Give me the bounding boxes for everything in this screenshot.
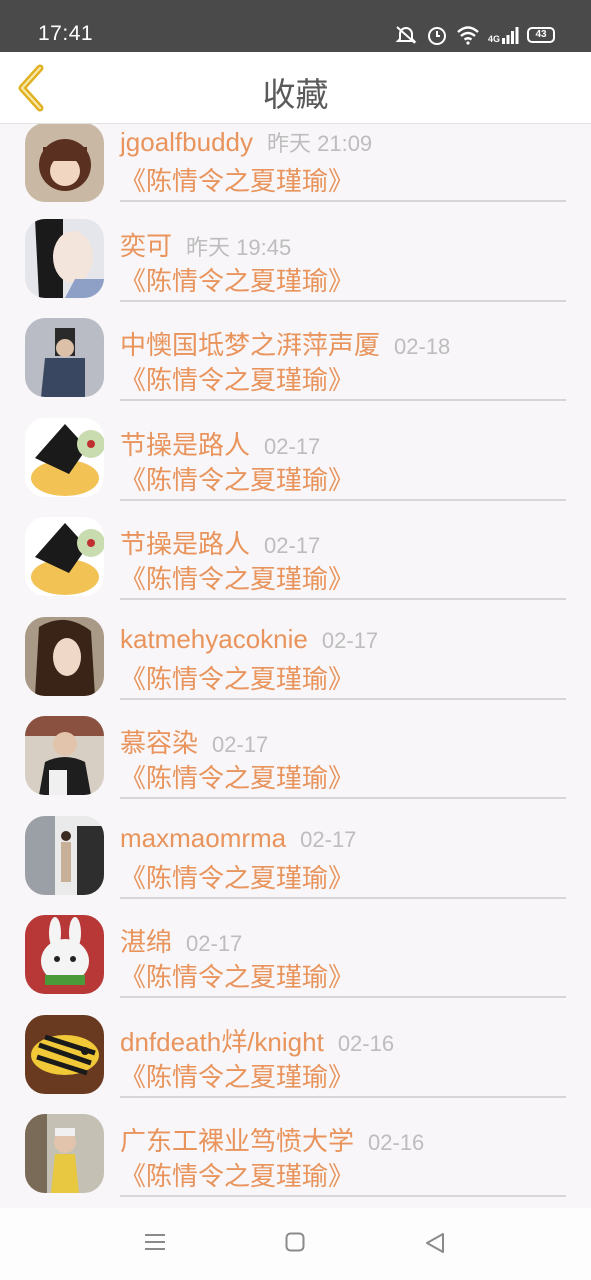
avatar (25, 915, 104, 994)
avatar (25, 616, 104, 696)
book-title[interactable]: 《陈情令之夏瑾瑜》 (120, 460, 354, 497)
list-item[interactable]: dnfdeath烊/knight 02-16 《陈情令之夏瑾瑜》 (0, 1014, 591, 1119)
list-item[interactable]: 节操是路人 02-17 《陈情令之夏瑾瑜》 (0, 417, 591, 522)
timestamp: 02-16 (337, 1030, 395, 1056)
divider (120, 200, 566, 202)
back-triangle-icon (426, 1233, 444, 1253)
list-item[interactable]: jgoalfbuddy 昨天 21:09 《陈情令之夏瑾瑜》 (0, 124, 591, 223)
list-item[interactable]: 慕容染 02-17 《陈情令之夏瑾瑜》 (0, 716, 591, 820)
book-title[interactable]: 《陈情令之夏瑾瑜》 (120, 659, 354, 696)
list-item[interactable]: 奕可 昨天 19:45 《陈情令之夏瑾瑜》 (0, 218, 591, 323)
timestamp: 02-17 (264, 433, 321, 459)
divider (120, 498, 566, 501)
book-title[interactable]: 《陈情令之夏瑾瑜》 (120, 758, 354, 795)
divider (120, 896, 566, 899)
nav-header: 收藏 (0, 52, 591, 124)
list-item[interactable]: maxmaomrma 02-17 《陈情令之夏瑾瑜》 (0, 815, 591, 920)
battery-icon: 43 (527, 27, 555, 43)
page-title: 收藏 (262, 75, 329, 114)
list-item[interactable]: katmehyacoknie 02-17 《陈情令之夏瑾瑜》 (0, 616, 591, 721)
timestamp: 02-17 (321, 627, 379, 653)
book-title[interactable]: 《陈情令之夏瑾瑜》 (120, 858, 354, 895)
menu-button[interactable] (144, 1232, 166, 1256)
divider (120, 996, 566, 998)
username[interactable]: 慕容染 (120, 728, 198, 758)
back-nav-button[interactable] (424, 1232, 446, 1258)
avatar (25, 1114, 104, 1193)
avatar (25, 815, 104, 895)
timestamp: 02-17 (300, 826, 357, 852)
avatar (25, 417, 104, 497)
divider (120, 697, 566, 700)
book-title[interactable]: 《陈情令之夏瑾瑜》 (120, 360, 354, 397)
status-bar: 17:41 4G 43 (0, 0, 591, 52)
username[interactable]: 湛绵 (120, 927, 172, 957)
username[interactable]: 广东工裸业笃愤大学 (120, 1126, 354, 1156)
timestamp: 昨天 19:45 (186, 234, 292, 260)
network-type-label: 4G (487, 34, 500, 44)
timestamp: 昨天 21:09 (267, 131, 373, 156)
avatar (25, 1014, 104, 1094)
username[interactable]: maxmaomrma (120, 823, 286, 853)
list-item[interactable]: 中懊国坻梦之湃萍声厦 02-18 《陈情令之夏瑾瑜》 (0, 318, 591, 422)
divider (120, 299, 566, 302)
timestamp: 02-17 (186, 931, 243, 956)
status-icons: 4G 43 (394, 24, 555, 46)
avatar (25, 517, 104, 596)
wifi-icon (457, 26, 479, 45)
book-title[interactable]: 《陈情令之夏瑾瑜》 (120, 161, 354, 198)
divider (120, 1195, 566, 1197)
favorites-list[interactable]: jgoalfbuddy 昨天 21:09 《陈情令之夏瑾瑜》 奕可 昨天 19:45… (0, 124, 591, 1208)
book-title[interactable]: 《陈情令之夏瑾瑜》 (120, 559, 354, 596)
list-item[interactable]: 湛绵 02-17 《陈情令之夏瑾瑜》 (0, 915, 591, 1019)
book-title[interactable]: 《陈情令之夏瑾瑜》 (120, 1156, 354, 1193)
avatar (25, 124, 104, 202)
divider (120, 797, 566, 799)
mute-bell-icon (395, 26, 417, 44)
avatar (25, 716, 104, 795)
timestamp: 02-17 (212, 732, 269, 757)
alarm-icon (427, 27, 446, 45)
timestamp: 02-18 (394, 334, 451, 359)
username[interactable]: 节操是路人 (120, 529, 250, 559)
list-item[interactable]: 节操是路人 02-17 《陈情令之夏瑾瑜》 (0, 517, 591, 621)
signal-icon (502, 27, 519, 44)
username[interactable]: 奕可 (120, 231, 172, 261)
avatar (25, 318, 104, 397)
book-title[interactable]: 《陈情令之夏瑾瑜》 (120, 261, 354, 298)
system-nav-bar (0, 1208, 591, 1280)
status-time: 17:41 (38, 22, 94, 45)
divider (120, 598, 566, 600)
list-item[interactable]: 广东工裸业笃愤大学 02-16 《陈情令之夏瑾瑜》 (0, 1114, 591, 1208)
home-square-icon (285, 1232, 305, 1252)
timestamp: 02-16 (368, 1130, 425, 1155)
divider (120, 1095, 566, 1098)
username[interactable]: 中懊国坻梦之湃萍声厦 (120, 330, 380, 360)
menu-icon (145, 1234, 165, 1250)
home-button[interactable] (285, 1232, 305, 1256)
username[interactable]: jgoalfbuddy (120, 127, 253, 157)
avatar (25, 218, 104, 298)
timestamp: 02-17 (264, 533, 321, 558)
divider (120, 399, 566, 401)
book-title[interactable]: 《陈情令之夏瑾瑜》 (120, 1057, 354, 1094)
username[interactable]: 节操是路人 (120, 430, 250, 460)
book-title[interactable]: 《陈情令之夏瑾瑜》 (120, 957, 354, 994)
username[interactable]: dnfdeath烊/knight (120, 1027, 324, 1057)
username[interactable]: katmehyacoknie (120, 624, 308, 654)
